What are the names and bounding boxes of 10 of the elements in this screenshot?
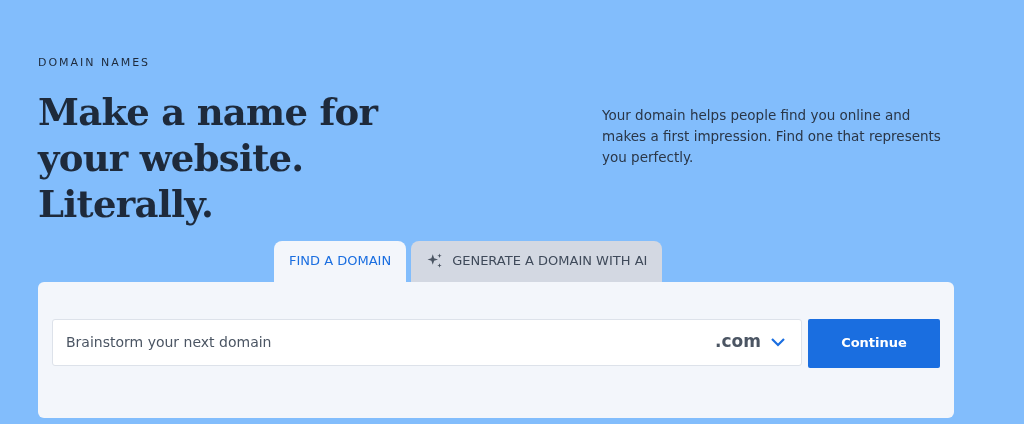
headline: Make a name for your website. Literally. (38, 88, 380, 227)
sparkle-icon (426, 252, 445, 270)
domain-search-field[interactable]: Brainstorm your next domain .com (52, 318, 802, 366)
tab[interactable]: FIND A DOMAIN (274, 240, 407, 282)
continue-button[interactable]: Continue (808, 318, 940, 368)
eyebrow-label: DOMAIN NAMES (38, 55, 152, 71)
chevron-down-icon (771, 337, 785, 347)
intro-text: Your domain helps people find you online and makes a first impression. Find one that represents you perfectly. (602, 106, 942, 167)
tab[interactable]: GENERATE A DOMAIN WITH AI (411, 240, 663, 282)
extension-dropdown[interactable]: .com (715, 329, 785, 355)
